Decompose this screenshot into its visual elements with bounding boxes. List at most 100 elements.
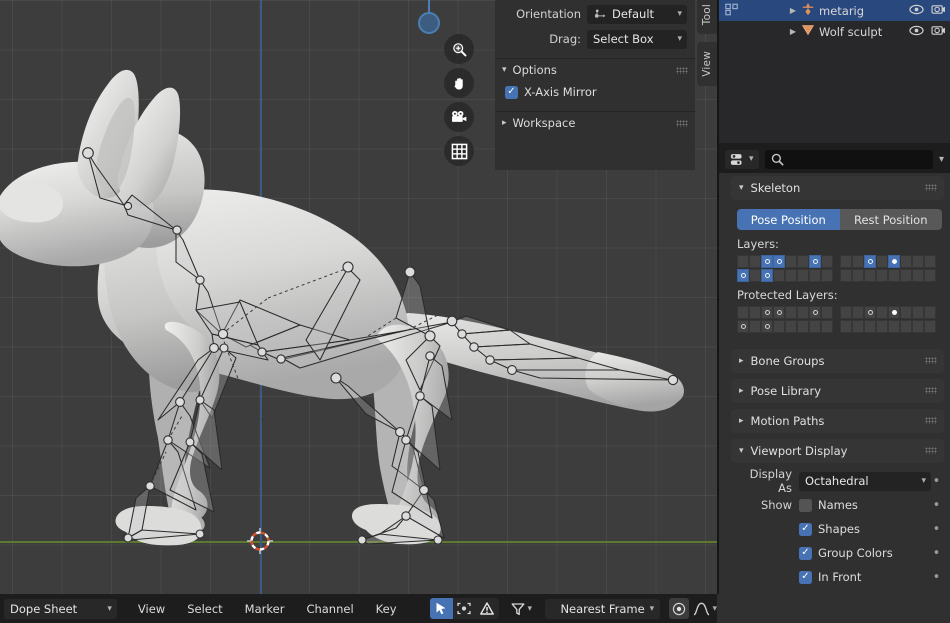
animate-property-dot[interactable]: •	[931, 546, 942, 561]
layer-row[interactable]	[737, 306, 833, 319]
layer-cell[interactable]	[761, 255, 773, 268]
menu-channel[interactable]: Channel	[295, 602, 364, 616]
group-colors-checkbox[interactable]: ✓	[799, 546, 812, 560]
menu-select[interactable]: Select	[176, 602, 233, 616]
in-front-checkbox[interactable]: ✓	[799, 570, 812, 584]
panel-grip[interactable]	[925, 447, 937, 454]
camera-icon[interactable]	[931, 3, 946, 18]
layer-row[interactable]	[840, 306, 936, 319]
layer-cell[interactable]	[737, 320, 749, 333]
animate-property-dot[interactable]: •	[931, 570, 942, 585]
panel-header-skeleton[interactable]: ▾ Skeleton	[731, 176, 944, 200]
layer-cell[interactable]	[809, 306, 821, 319]
layer-cell[interactable]	[749, 320, 761, 333]
menu-key[interactable]: Key	[365, 602, 408, 616]
display-as-dropdown[interactable]: Octahedral ▾	[799, 471, 931, 491]
layer-cell[interactable]	[809, 269, 821, 282]
panel-grip[interactable]	[925, 387, 937, 394]
options-panel-header[interactable]: ▾ Options	[495, 59, 695, 81]
proportional-edit-button[interactable]	[669, 598, 690, 619]
box-select-button[interactable]	[452, 598, 476, 619]
layer-cell[interactable]	[840, 269, 852, 282]
layer-cell[interactable]	[840, 306, 852, 319]
layer-cell[interactable]	[852, 306, 864, 319]
layer-cell[interactable]	[864, 255, 876, 268]
animate-property-dot[interactable]: •	[931, 474, 942, 489]
layer-cell[interactable]	[797, 306, 809, 319]
camera-gizmo[interactable]	[444, 102, 474, 132]
layer-cell[interactable]	[924, 320, 936, 333]
layer-cell[interactable]	[852, 320, 864, 333]
shapes-checkbox[interactable]: ✓	[799, 522, 812, 536]
view-axis-gizmo[interactable]	[418, 12, 440, 34]
layer-cell[interactable]	[809, 320, 821, 333]
layer-cell[interactable]	[761, 269, 773, 282]
layer-cell[interactable]	[737, 255, 749, 268]
pan-gizmo[interactable]	[444, 68, 474, 98]
layer-cell[interactable]	[924, 306, 936, 319]
only-errors-button[interactable]	[475, 598, 499, 619]
layer-cell[interactable]	[749, 255, 761, 268]
chevron-down-icon[interactable]: ▾	[939, 154, 944, 165]
panel-grip[interactable]	[925, 357, 937, 364]
rest-position-button[interactable]: Rest Position	[839, 209, 942, 230]
outliner-row-wolf-sculpt[interactable]: ▶ Wolf sculpt	[719, 21, 950, 42]
layer-cell[interactable]	[773, 306, 785, 319]
layer-cell[interactable]	[900, 306, 912, 319]
layer-cell[interactable]	[761, 306, 773, 319]
layer-cell[interactable]	[900, 255, 912, 268]
layer-row[interactable]	[840, 255, 936, 268]
chevron-right-icon[interactable]: ▶	[787, 6, 799, 15]
layer-cell[interactable]	[821, 255, 833, 268]
layer-cell[interactable]	[737, 269, 749, 282]
menu-marker[interactable]: Marker	[234, 602, 296, 616]
layer-cell[interactable]	[821, 306, 833, 319]
layer-cell[interactable]	[785, 269, 797, 282]
animate-property-dot[interactable]: •	[931, 498, 942, 513]
editor-type-dropdown[interactable]: Dope Sheet ▾	[4, 598, 117, 619]
layer-row[interactable]	[840, 269, 936, 282]
layer-cell[interactable]	[773, 320, 785, 333]
layer-cell[interactable]	[785, 255, 797, 268]
layer-cell[interactable]	[821, 269, 833, 282]
layer-cell[interactable]	[876, 306, 888, 319]
orientation-dropdown[interactable]: Default ▾	[587, 4, 687, 24]
grid-gizmo[interactable]	[444, 136, 474, 166]
layer-cell[interactable]	[809, 255, 821, 268]
outliner-editor[interactable]: ▶ metarig ▶ Wolf sculpt	[719, 0, 950, 143]
layer-cell[interactable]	[840, 255, 852, 268]
editor-type-selector[interactable]: ▾	[725, 149, 759, 169]
armature-layers-grid[interactable]	[737, 255, 942, 282]
layer-cell[interactable]	[864, 269, 876, 282]
protected-layers-grid[interactable]	[737, 306, 942, 333]
layers-left-block[interactable]	[737, 255, 833, 282]
panel-grip[interactable]	[676, 120, 688, 127]
layer-cell[interactable]	[876, 269, 888, 282]
layer-cell[interactable]	[876, 320, 888, 333]
panel-grip[interactable]	[925, 184, 937, 191]
layer-cell[interactable]	[864, 320, 876, 333]
layer-cell[interactable]	[888, 269, 900, 282]
search-input[interactable]	[764, 149, 933, 169]
panel-grip[interactable]	[925, 417, 937, 424]
protected-left-block[interactable]	[737, 306, 833, 333]
panel-header-pose-library[interactable]: ▸ Pose Library	[731, 379, 944, 403]
pose-position-button[interactable]: Pose Position	[737, 209, 840, 230]
panel-grip[interactable]	[676, 67, 688, 74]
layer-cell[interactable]	[900, 269, 912, 282]
menu-view[interactable]: View	[127, 602, 176, 616]
layer-cell[interactable]	[797, 320, 809, 333]
layer-cell[interactable]	[761, 320, 773, 333]
layer-cell[interactable]	[912, 269, 924, 282]
eye-icon[interactable]	[909, 4, 924, 18]
layer-cell[interactable]	[785, 306, 797, 319]
eye-icon[interactable]	[909, 25, 924, 39]
x-axis-mirror-checkbox[interactable]: ✓	[505, 85, 518, 99]
layer-cell[interactable]	[912, 255, 924, 268]
cursor-select-button[interactable]	[429, 598, 453, 619]
layer-cell[interactable]	[737, 306, 749, 319]
zoom-gizmo[interactable]	[444, 34, 474, 64]
layer-row[interactable]	[737, 269, 833, 282]
position-mode-toggle[interactable]: Pose Position Rest Position	[737, 209, 942, 230]
layer-cell[interactable]	[749, 269, 761, 282]
